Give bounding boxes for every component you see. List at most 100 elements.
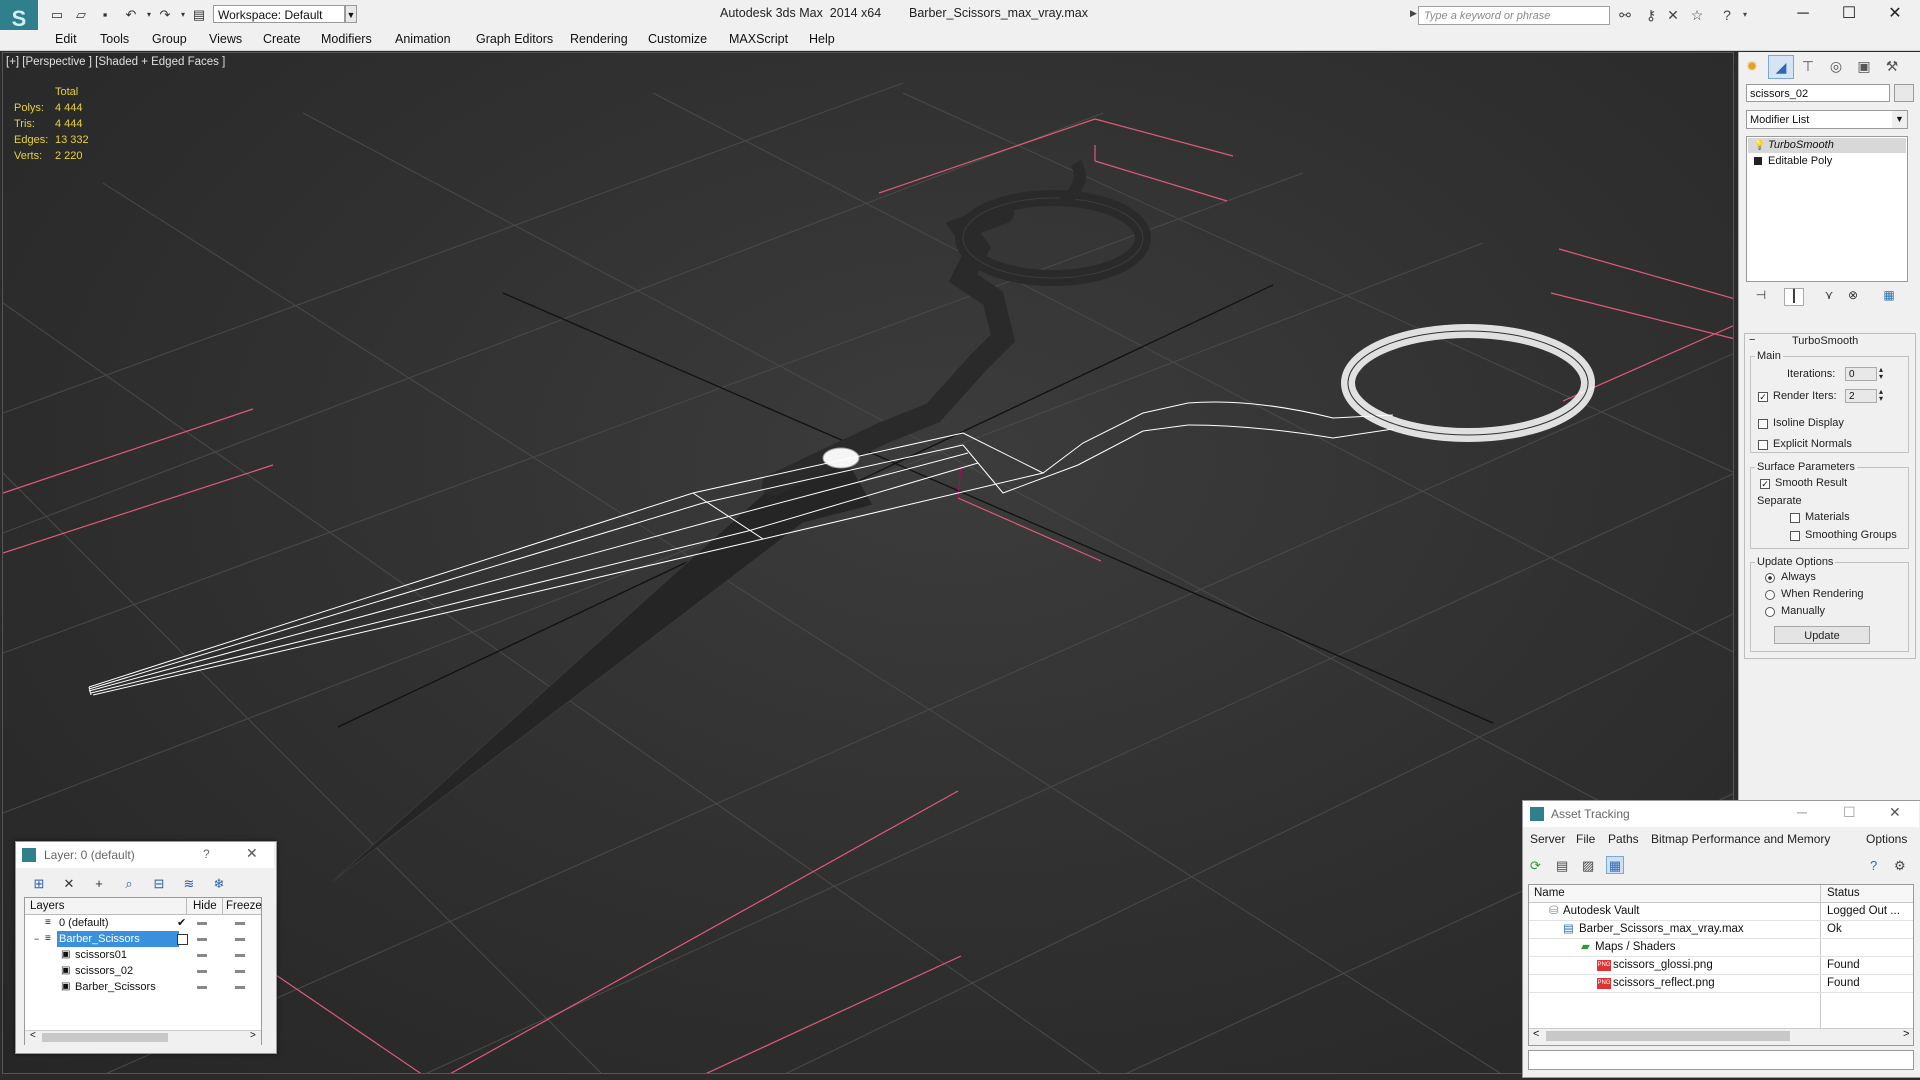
new-file-icon[interactable]: ▭ <box>48 6 66 24</box>
redo-icon[interactable]: ↷ <box>156 6 174 24</box>
layer-row-selected[interactable]: − ≡ Barber_Scissors ▬ ▬ <box>25 931 261 947</box>
layer-row[interactable]: ▣ Barber_Scissors ▬ ▬ <box>25 979 261 995</box>
freeze-all-layers-icon[interactable]: ❄ <box>208 874 230 894</box>
hierarchy-tab-icon[interactable]: ⊤ <box>1796 55 1820 77</box>
layer-row[interactable]: ≡ 0 (default) ✔ ▬ ▬ <box>25 915 261 931</box>
scroll-right-icon[interactable]: > <box>250 1030 256 1041</box>
asset-maximize-button[interactable]: ☐ <box>1843 804 1856 821</box>
modifier-list-dropdown[interactable]: Modifier List <box>1746 110 1908 129</box>
menu-group[interactable]: Group <box>152 32 187 46</box>
menu-modifiers[interactable]: Modifiers <box>321 32 372 46</box>
menu-help[interactable]: Help <box>809 32 835 46</box>
scroll-right-icon[interactable]: > <box>1903 1028 1909 1040</box>
rollout-collapse-icon[interactable]: − <box>1749 334 1755 346</box>
editable-poly-icon[interactable] <box>1754 157 1762 165</box>
list-view-icon[interactable]: ▤ <box>1556 858 1568 874</box>
scroll-left-icon[interactable]: < <box>30 1030 36 1041</box>
asset-menu-bitmap[interactable]: Bitmap Performance and Memory <box>1651 832 1830 846</box>
asset-menu-paths[interactable]: Paths <box>1608 832 1639 846</box>
menu-customize[interactable]: Customize <box>648 32 707 46</box>
explicit-normals-checkbox[interactable] <box>1758 440 1768 450</box>
update-when-rendering-radio[interactable] <box>1765 590 1775 600</box>
col-freeze-header[interactable]: Freeze <box>226 900 262 912</box>
asset-row[interactable]: ▰ Maps / Shaders <box>1529 939 1913 956</box>
scroll-left-icon[interactable]: < <box>1533 1028 1539 1040</box>
help-icon[interactable]: ? <box>1718 7 1736 23</box>
hide-toggle[interactable]: ▬ <box>197 915 207 931</box>
table-view-icon[interactable]: ▦ <box>1606 856 1624 874</box>
make-unique-icon[interactable]: ⋎ <box>1820 288 1838 304</box>
thumbnail-view-icon[interactable]: ▨ <box>1582 858 1594 874</box>
asset-row[interactable]: ⛁ Autodesk Vault Logged Out ... <box>1529 903 1913 920</box>
stack-item-editable-poly[interactable]: Editable Poly <box>1768 155 1832 167</box>
freeze-toggle[interactable]: ▬ <box>235 979 245 995</box>
menu-edit[interactable]: Edit <box>55 32 77 46</box>
key-icon[interactable]: ⚷ <box>1642 7 1660 23</box>
settings-icon[interactable]: ⚙ <box>1894 858 1906 874</box>
hide-toggle[interactable]: ▬ <box>197 947 207 963</box>
asset-menu-file[interactable]: File <box>1576 832 1595 846</box>
display-tab-icon[interactable]: ▣ <box>1852 55 1876 77</box>
asset-menu-options[interactable]: Options <box>1866 832 1907 846</box>
hide-toggle[interactable]: ▬ <box>197 963 207 979</box>
close-button[interactable]: ✕ <box>1872 0 1918 30</box>
menu-views[interactable]: Views <box>209 32 242 46</box>
hide-toggle[interactable]: ▬ <box>197 979 207 995</box>
minimize-button[interactable]: ─ <box>1780 0 1826 30</box>
save-file-icon[interactable]: ▪ <box>96 6 114 24</box>
asset-row[interactable]: PNG scissors_reflect.png Found <box>1529 975 1913 992</box>
layer-row[interactable]: ▣ scissors01 ▬ ▬ <box>25 947 261 963</box>
undo-icon[interactable]: ↶ <box>122 6 140 24</box>
spinner-arrows-icon[interactable]: ▴ ▾ <box>1879 388 1883 403</box>
menu-animation[interactable]: Animation <box>395 32 451 46</box>
hide-toggle[interactable]: ▬ <box>197 931 207 947</box>
asset-row[interactable]: PNG scissors_glossi.png Found <box>1529 957 1913 974</box>
menu-graph-editors[interactable]: Graph Editors <box>476 32 553 46</box>
layer-close-button[interactable]: ✕ <box>246 845 258 862</box>
create-tab-icon[interactable]: ✹ <box>1740 55 1764 77</box>
maximize-button[interactable]: ☐ <box>1826 0 1872 30</box>
exchange-icon[interactable]: ✕ <box>1664 7 1682 23</box>
col-status-header[interactable]: Status <box>1827 887 1860 899</box>
isoline-display-checkbox[interactable] <box>1758 419 1768 429</box>
scroll-thumb[interactable] <box>1546 1031 1790 1041</box>
layer-help-button[interactable]: ? <box>203 847 210 861</box>
materials-checkbox[interactable] <box>1790 513 1800 523</box>
menu-create[interactable]: Create <box>263 32 301 46</box>
asset-close-button[interactable]: ✕ <box>1889 804 1901 821</box>
freeze-toggle[interactable]: ▬ <box>235 947 245 963</box>
expand-icon[interactable]: − <box>34 931 39 947</box>
select-in-layer-icon[interactable]: ⌕ <box>118 874 140 894</box>
search-expand-icon[interactable]: ▶ <box>1410 8 1417 19</box>
smoothing-groups-checkbox[interactable] <box>1790 531 1800 541</box>
object-color-swatch[interactable] <box>1894 84 1914 102</box>
help-dropdown-icon[interactable]: ▾ <box>1736 7 1754 23</box>
rollout-title[interactable]: TurboSmooth <box>1792 335 1858 347</box>
binoculars-icon[interactable]: ⚯ <box>1616 7 1634 23</box>
iterations-spinner[interactable]: 0 <box>1845 367 1877 381</box>
update-manually-radio[interactable] <box>1765 607 1775 617</box>
freeze-toggle[interactable]: ▬ <box>235 915 245 931</box>
asset-menu-server[interactable]: Server <box>1530 832 1565 846</box>
menu-tools[interactable]: Tools <box>100 32 129 46</box>
layer-row[interactable]: ▣ scissors_02 ▬ ▬ <box>25 963 261 979</box>
motion-tab-icon[interactable]: ◎ <box>1824 55 1848 77</box>
add-to-layer-icon[interactable]: + <box>88 874 110 894</box>
freeze-toggle[interactable]: ▬ <box>235 963 245 979</box>
chevron-down-icon[interactable]: ▼ <box>345 5 357 23</box>
asset-path-field[interactable] <box>1528 1050 1914 1070</box>
update-button[interactable]: Update <box>1774 626 1870 644</box>
freeze-toggle[interactable]: ▬ <box>235 931 245 947</box>
viewport-label[interactable]: [+] [Perspective ] [Shaded + Edged Faces… <box>6 56 225 68</box>
remove-modifier-icon[interactable]: ⊗ <box>1844 288 1862 304</box>
active-layer-check-icon[interactable]: ✔ <box>177 915 186 931</box>
col-layers-header[interactable]: Layers <box>30 900 65 912</box>
menu-rendering[interactable]: Rendering <box>570 32 628 46</box>
scroll-thumb[interactable] <box>42 1033 168 1042</box>
configure-sets-icon[interactable]: ▦ <box>1880 288 1898 304</box>
asset-row[interactable]: ▤ Barber_Scissors_max_vray.max Ok <box>1529 921 1913 938</box>
render-iters-checkbox[interactable]: ✓ <box>1758 392 1768 402</box>
stack-item-turbosmooth[interactable]: TurboSmooth <box>1768 139 1834 151</box>
show-end-result-icon[interactable]: ┃ <box>1784 288 1804 306</box>
chevron-down-icon[interactable]: ▼ <box>1892 111 1907 128</box>
